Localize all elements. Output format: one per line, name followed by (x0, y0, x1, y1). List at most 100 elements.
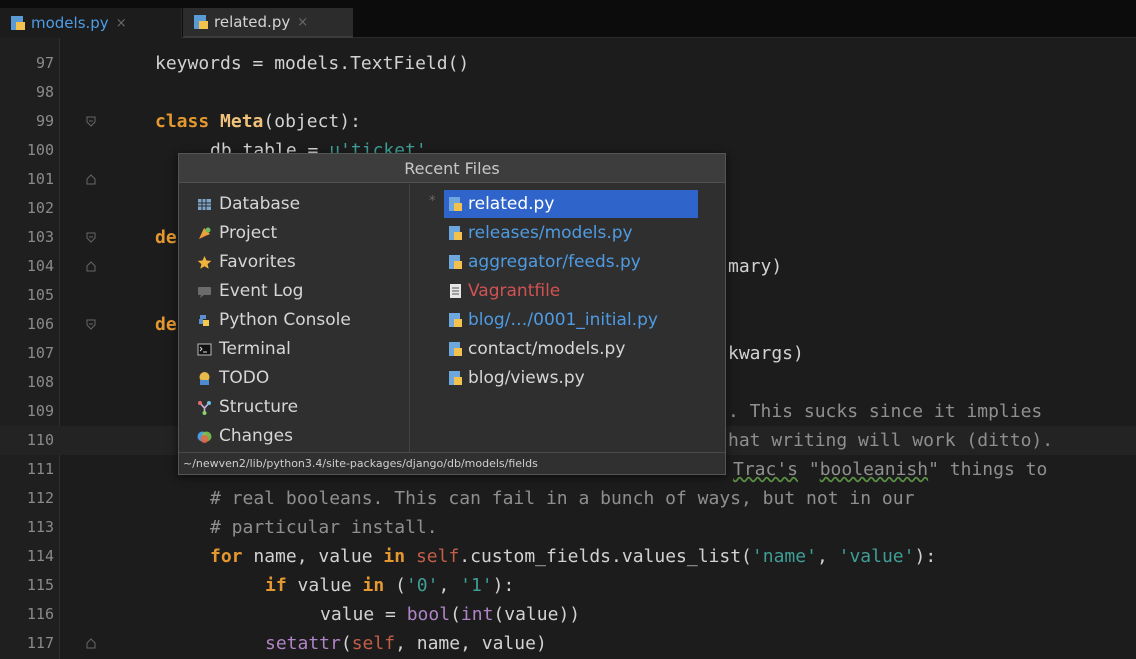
code-fragment: ( (450, 604, 461, 625)
tool-window-label: Python Console (219, 310, 351, 330)
keyword: class (155, 111, 210, 132)
class-name: Meta (220, 111, 264, 132)
keyword: if (265, 575, 287, 596)
code-line: 114 for name, value in self.custom_field… (0, 542, 1136, 571)
tool-window-event-log[interactable]: Event Log (197, 277, 303, 305)
comment-text: Trac's "booleanish" things to (733, 455, 1047, 484)
tab-models-py[interactable]: models.py × (0, 8, 182, 38)
fold-close-icon[interactable] (86, 174, 96, 185)
file-label: releases/models.py (468, 223, 633, 243)
code-line: 99 class Meta(object): (0, 107, 1136, 136)
event-log-icon (198, 286, 211, 298)
tool-window-label: Database (219, 194, 301, 214)
python-console-icon (199, 314, 209, 326)
code-fragment: value = (320, 604, 407, 625)
tool-window-structure[interactable]: Structure (197, 393, 298, 421)
recent-files-popup: Recent Files Database Project Favorites … (178, 153, 726, 475)
file-label: Vagrantfile (468, 281, 561, 301)
tool-window-python-console[interactable]: Python Console (197, 306, 351, 334)
close-icon[interactable]: × (116, 16, 127, 31)
line-number: 103 (26, 228, 54, 246)
fold-close-icon[interactable] (86, 261, 96, 272)
line-number: 116 (26, 605, 54, 623)
code-fragment: " (798, 459, 820, 480)
tool-window-changes[interactable]: Changes (197, 422, 293, 450)
comment-text: # particular install. (210, 517, 438, 538)
python-file-icon (449, 197, 462, 211)
recent-file-item[interactable]: related.py (444, 190, 698, 218)
line-number: 110 (26, 431, 54, 449)
line-number: 98 (35, 83, 54, 101)
line-number: 117 (26, 634, 54, 652)
line-number: 112 (26, 489, 54, 507)
line-number: 107 (26, 344, 54, 362)
code-text: mary) (728, 256, 783, 277)
line-number: 113 (26, 518, 54, 536)
line-number: 101 (26, 170, 54, 188)
tool-window-list: Database Project Favorites Event Log Pyt… (179, 184, 410, 452)
string-literal: 'value' (838, 546, 915, 567)
comment-text: hat writing will work (ditto). (728, 430, 1054, 451)
recent-file-item[interactable]: contact/models.py (444, 335, 698, 363)
file-label: blog/views.py (468, 368, 585, 388)
tool-window-todo[interactable]: TODO (197, 364, 269, 392)
tool-window-label: Terminal (219, 339, 291, 359)
spellcheck-word: booleanish (819, 459, 929, 480)
line-number: 108 (26, 373, 54, 391)
code-fragment: " things to (928, 459, 1048, 480)
tool-window-terminal[interactable]: Terminal (197, 335, 291, 363)
database-icon (198, 198, 211, 210)
close-icon[interactable]: × (297, 15, 308, 30)
builtin-function: bool (406, 604, 451, 625)
recent-file-item[interactable]: aggregator/feeds.py (444, 248, 698, 276)
string-literal: '1' (460, 575, 493, 596)
text-file-icon (450, 284, 461, 298)
current-file-marker: * (429, 194, 436, 209)
file-label: contact/models.py (468, 339, 626, 359)
recent-file-item[interactable]: releases/models.py (444, 219, 698, 247)
code-text: value = bool(int(value)) (320, 600, 580, 629)
fold-open-icon[interactable] (86, 232, 96, 243)
recent-file-item[interactable]: blog/views.py (444, 364, 698, 392)
line-number: 99 (35, 112, 54, 130)
tool-window-label: Changes (219, 426, 293, 446)
python-file-icon (449, 255, 462, 269)
code-fragment: (object): (263, 111, 361, 132)
tool-window-label: Event Log (219, 281, 304, 301)
code-line: 98 (0, 78, 1136, 107)
tab-related-py[interactable]: related.py × (183, 8, 353, 38)
code-fragment: name, value (242, 546, 384, 567)
recent-file-item[interactable]: blog/…/0001_initial.py (444, 306, 698, 334)
code-line: 116 value = bool(int(value)) (0, 600, 1136, 629)
string-literal: '0' (405, 575, 439, 596)
line-number: 104 (26, 257, 54, 275)
spellcheck-word: Trac's (733, 459, 799, 480)
fold-open-icon[interactable] (86, 116, 96, 127)
tool-window-favorites[interactable]: Favorites (197, 248, 296, 276)
python-file-icon (449, 313, 462, 327)
todo-icon (199, 371, 210, 385)
star-icon (197, 255, 212, 269)
line-number: 114 (26, 547, 54, 565)
code-fragment: ): (492, 575, 515, 596)
line-number: 111 (26, 460, 54, 478)
fold-close-icon[interactable] (86, 638, 96, 649)
tool-window-project[interactable]: Project (197, 219, 277, 247)
popup-title: Recent Files (179, 154, 725, 183)
tab-label: models.py (31, 14, 109, 32)
code-line: 115 if value in ('0', '1'): (0, 571, 1136, 600)
terminal-icon (197, 343, 212, 355)
line-number: 97 (35, 54, 54, 72)
tool-window-database[interactable]: Database (197, 190, 300, 218)
recent-file-item[interactable]: Vagrantfile (444, 277, 698, 305)
code-text: de (155, 314, 177, 335)
tool-window-label: Project (219, 223, 278, 243)
structure-icon (198, 400, 211, 415)
tool-window-label: Structure (219, 397, 299, 417)
code-fragment: ): (914, 546, 937, 567)
code-text: setattr(self, name, value) (265, 629, 547, 658)
python-file-icon (449, 226, 462, 240)
code-text: if value in ('0', '1'): (265, 571, 514, 600)
fold-open-icon[interactable] (86, 319, 96, 330)
string-literal: 'name' (751, 546, 817, 567)
